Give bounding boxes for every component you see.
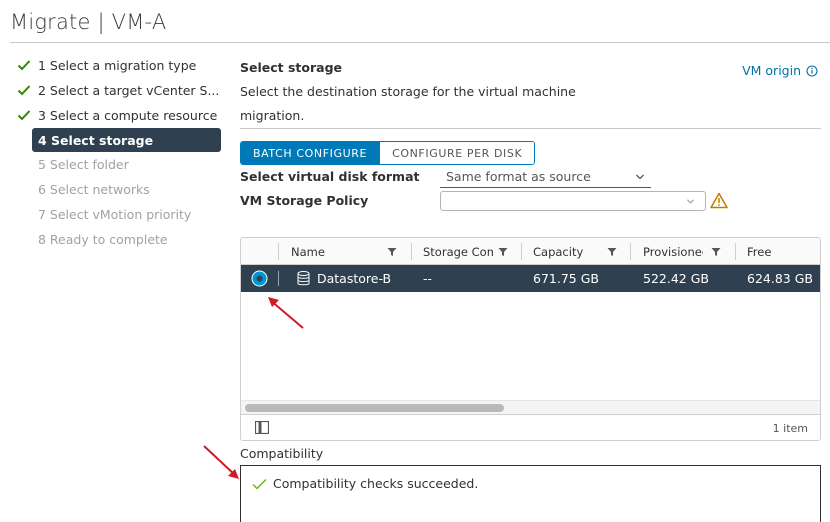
- column-separator: [630, 243, 631, 260]
- check-icon: [17, 60, 31, 71]
- radio-icon[interactable]: [251, 270, 268, 287]
- step-label: 2 Select a target vCenter S...: [38, 83, 220, 98]
- configure-per-disk-tab[interactable]: CONFIGURE PER DISK: [379, 142, 535, 164]
- column-header-storage-compat[interactable]: Storage Com: [413, 238, 493, 265]
- annotation-arrow: [203, 445, 239, 479]
- check-icon: [17, 85, 31, 96]
- column-header-provisioned[interactable]: Provisioned: [633, 238, 703, 265]
- batch-configure-tab[interactable]: BATCH CONFIGURE: [241, 142, 380, 164]
- filter-icon[interactable]: [711, 247, 721, 257]
- disk-format-value: Same format as source: [446, 169, 591, 184]
- step-label: 3 Select a compute resource: [38, 108, 218, 123]
- compatibility-text: Compatibility checks succeeded.: [273, 476, 479, 491]
- cell-provisioned: 522.42 GB: [643, 271, 709, 286]
- database-icon: [297, 271, 310, 286]
- step-ready-to-complete: 8 Ready to complete: [14, 227, 224, 252]
- step-vmotion-priority: 7 Select vMotion priority: [14, 202, 224, 227]
- check-icon: [252, 478, 267, 489]
- dialog-title: Migrate | VM-A: [10, 10, 167, 34]
- cell-capacity: 671.75 GB: [533, 271, 599, 286]
- info-icon: [806, 64, 818, 77]
- chevron-down-icon: [636, 174, 644, 180]
- compatibility-label: Compatibility: [240, 446, 324, 461]
- section-description: Select the destination storage for the v…: [240, 84, 576, 123]
- column-separator: [521, 243, 522, 260]
- filter-icon[interactable]: [607, 247, 617, 257]
- table-row[interactable]: Datastore-B -- 671.75 GB 522.42 GB 624.8…: [241, 265, 820, 292]
- cell-name: Datastore-B: [297, 265, 391, 292]
- step-target-vcenter[interactable]: 2 Select a target vCenter S...: [14, 78, 224, 103]
- column-header-name[interactable]: Name: [281, 238, 391, 265]
- column-separator: [278, 243, 279, 260]
- step-migration-type[interactable]: 1 Select a migration type: [14, 53, 224, 78]
- step-label: 4 Select storage: [38, 132, 154, 148]
- title-divider: [10, 42, 830, 43]
- section-divider: [240, 128, 821, 129]
- storage-policy-label: VM Storage Policy: [240, 193, 369, 208]
- cell-storage-compat: --: [423, 271, 433, 286]
- step-label: 8 Ready to complete: [38, 232, 168, 247]
- storage-policy-select[interactable]: [440, 191, 706, 211]
- cell-free: 624.83 GB: [747, 271, 813, 286]
- horizontal-scrollbar[interactable]: [241, 400, 820, 414]
- scrollbar-thumb[interactable]: [245, 404, 504, 412]
- configure-mode-toggle: BATCH CONFIGURE CONFIGURE PER DISK: [240, 141, 536, 165]
- chevron-down-icon: [686, 199, 695, 204]
- column-header-capacity[interactable]: Capacity: [523, 238, 603, 265]
- step-compute-resource[interactable]: 3 Select a compute resource: [14, 103, 224, 128]
- datastore-grid: Name Storage Com Capacity Provisioned Fr…: [240, 237, 821, 441]
- step-label: 5 Select folder: [38, 157, 129, 172]
- compatibility-panel: Compatibility checks succeeded.: [240, 465, 821, 522]
- compatibility-message: Compatibility checks succeeded.: [252, 476, 478, 491]
- datastore-name: Datastore-B: [317, 271, 392, 286]
- filter-icon[interactable]: [498, 247, 508, 257]
- step-select-folder: 5 Select folder: [14, 152, 224, 177]
- warning-icon: [710, 192, 728, 209]
- disk-format-label: Select virtual disk format: [240, 169, 420, 184]
- check-icon: [17, 110, 31, 121]
- column-separator: [735, 243, 736, 260]
- column-header-free[interactable]: Free: [737, 238, 820, 265]
- step-select-networks: 6 Select networks: [14, 177, 224, 202]
- step-label: 1 Select a migration type: [38, 58, 197, 73]
- grid-footer: 1 item: [241, 414, 820, 440]
- column-separator: [278, 271, 279, 286]
- step-select-storage[interactable]: 4 Select storage: [32, 128, 221, 152]
- filter-icon[interactable]: [387, 247, 397, 257]
- grid-header: Name Storage Com Capacity Provisioned Fr…: [241, 238, 820, 265]
- section-title: Select storage: [240, 60, 343, 75]
- disk-format-select[interactable]: Same format as source: [440, 166, 651, 188]
- step-label: 6 Select networks: [38, 182, 150, 197]
- vm-origin-label: VM origin: [742, 63, 801, 78]
- step-label: 7 Select vMotion priority: [38, 207, 192, 222]
- wizard-steps: 1 Select a migration type 2 Select a tar…: [14, 53, 224, 252]
- vm-origin-link[interactable]: VM origin: [742, 63, 818, 78]
- column-separator: [411, 243, 412, 260]
- item-count: 1 item: [772, 422, 808, 435]
- column-toggle-icon[interactable]: [255, 421, 269, 434]
